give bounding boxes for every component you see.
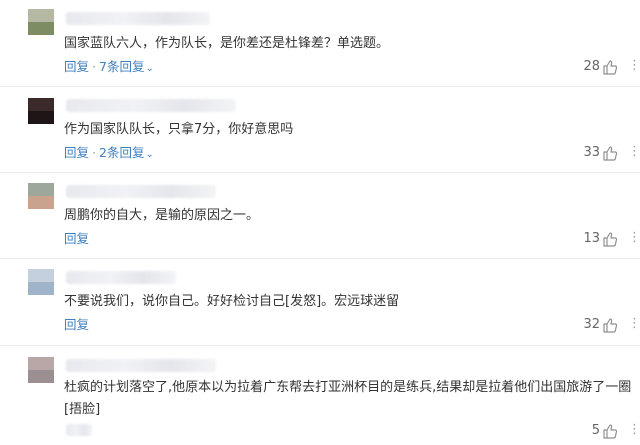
avatar-bottom xyxy=(28,282,54,295)
avatar-top xyxy=(28,357,54,370)
thumbs-up-icon xyxy=(603,318,618,333)
separator: · xyxy=(92,145,96,160)
chevron-down-icon[interactable]: ⌄ xyxy=(145,63,153,74)
like-count: 5 xyxy=(591,423,600,438)
like-button[interactable]: 13 xyxy=(558,230,618,248)
avatar-bottom xyxy=(28,22,54,35)
separator: · xyxy=(92,59,96,74)
more-vertical-icon[interactable]: ⋮ xyxy=(628,316,640,332)
comment-actions: 回复 xyxy=(64,317,89,333)
more-vertical-icon[interactable]: ⋮ xyxy=(628,58,640,74)
like-count: 28 xyxy=(583,59,600,74)
reply-button[interactable]: 回复 xyxy=(64,145,89,160)
more-vertical-icon[interactable]: ⋮ xyxy=(628,230,640,246)
comment-item: 作为国家队队长，只拿7分，你好意思吗 回复 · 2条回复⌄ 33 ⋮ xyxy=(0,87,640,173)
thumbs-up-icon xyxy=(603,424,618,439)
username-blurred[interactable] xyxy=(66,271,176,284)
username-blurred[interactable] xyxy=(66,12,210,25)
comment-item: 杜疯的计划落空了,他原本以为拉着广东帮去打亚洲杯目的是练兵,结果却是拉着他们出国… xyxy=(0,346,640,445)
comment-item: 不要说我们，说你自己。好好检讨自己[发怒]。宏远球迷留 回复 32 ⋮ xyxy=(0,259,640,346)
avatar-top xyxy=(28,98,54,111)
avatar[interactable] xyxy=(28,98,54,124)
comment-actions: 回复 xyxy=(64,231,89,247)
like-count: 33 xyxy=(583,145,600,160)
comment-text: 杜疯的计划落空了,他原本以为拉着广东帮去打亚洲杯目的是练兵,结果却是拉着他们出国… xyxy=(64,380,632,417)
reply-blurred[interactable] xyxy=(66,424,92,436)
avatar[interactable] xyxy=(28,269,54,295)
view-replies-link[interactable]: 7条回复 xyxy=(99,59,144,74)
avatar[interactable] xyxy=(28,357,54,383)
reply-button[interactable]: 回复 xyxy=(64,231,89,246)
avatar-top xyxy=(28,269,54,282)
like-button[interactable]: 33 xyxy=(558,144,618,162)
like-button[interactable]: 32 xyxy=(558,316,618,334)
comment-text: 国家蓝队六人，作为队长，是你差还是杜锋差？单选题。 xyxy=(64,36,390,51)
avatar[interactable] xyxy=(28,9,54,35)
avatar-bottom xyxy=(28,111,54,124)
comment-text: 周鹏你的自大，是输的原因之一。 xyxy=(64,208,260,223)
avatar-top xyxy=(28,9,54,22)
avatar-bottom xyxy=(28,196,54,209)
avatar[interactable] xyxy=(28,183,54,209)
username-blurred[interactable] xyxy=(66,99,236,112)
more-vertical-icon[interactable]: ⋮ xyxy=(628,144,640,160)
comment-item: 国家蓝队六人，作为队长，是你差还是杜锋差？单选题。 回复 · 7条回复⌄ 28 ⋮ xyxy=(0,0,640,87)
reply-button[interactable]: 回复 xyxy=(64,317,89,332)
view-replies-link[interactable]: 2条回复 xyxy=(99,145,144,160)
comment-actions: 回复 · 7条回复⌄ xyxy=(64,59,154,77)
reply-button[interactable]: 回复 xyxy=(64,59,89,74)
like-count: 32 xyxy=(583,317,600,332)
chevron-down-icon[interactable]: ⌄ xyxy=(145,149,153,160)
like-count: 13 xyxy=(583,231,600,246)
comment-text: 作为国家队队长，只拿7分，你好意思吗 xyxy=(64,122,294,137)
comment-item: 周鹏你的自大，是输的原因之一。 回复 13 ⋮ xyxy=(0,173,640,259)
more-vertical-icon[interactable]: ⋮ xyxy=(628,422,640,438)
thumbs-up-icon xyxy=(603,60,618,75)
like-button[interactable]: 5 xyxy=(558,422,618,440)
comment-actions: 回复 · 2条回复⌄ xyxy=(64,145,154,163)
avatar-bottom xyxy=(28,370,54,383)
avatar-top xyxy=(28,183,54,196)
thumbs-up-icon xyxy=(603,232,618,247)
username-blurred[interactable] xyxy=(66,359,216,372)
thumbs-up-icon xyxy=(603,146,618,161)
comment-text: 不要说我们，说你自己。好好检讨自己[发怒]。宏远球迷留 xyxy=(64,294,400,309)
username-blurred[interactable] xyxy=(66,185,216,198)
like-button[interactable]: 28 xyxy=(558,58,618,76)
